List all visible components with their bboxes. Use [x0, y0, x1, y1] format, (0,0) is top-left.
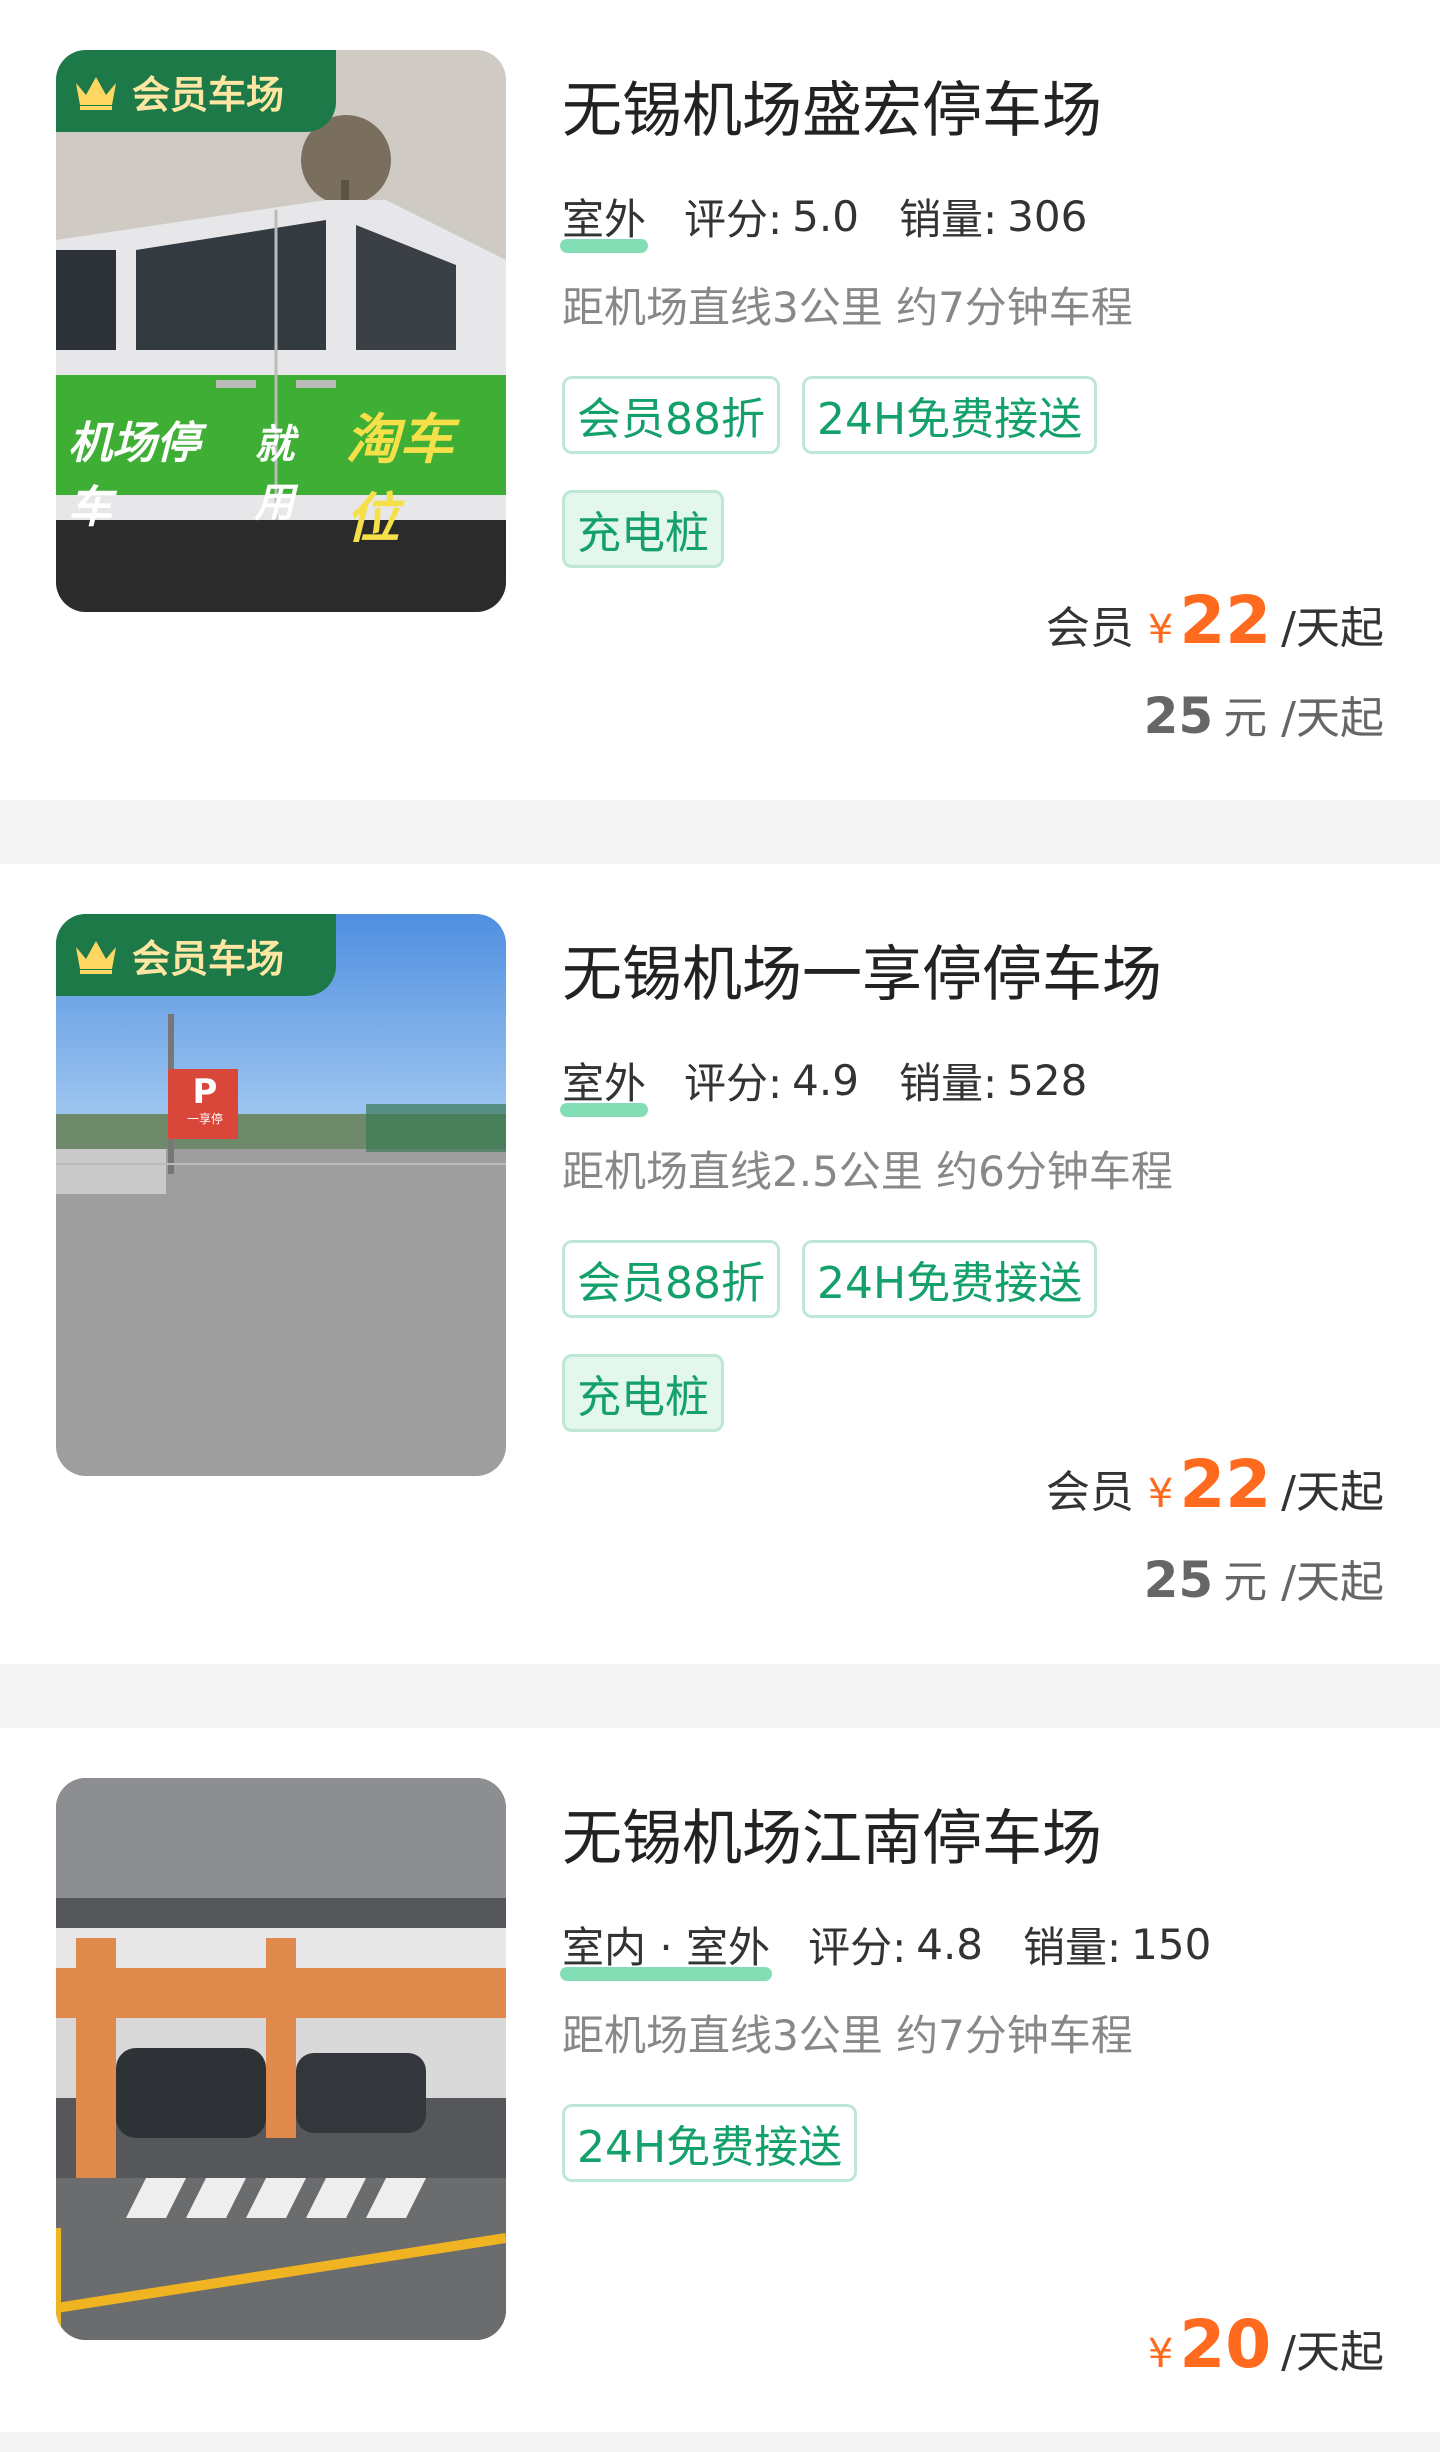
garage-illustration	[56, 1778, 506, 2340]
sales-value: 150	[1131, 1920, 1212, 1969]
price-unit: /天起	[1281, 1467, 1384, 1518]
crown-icon	[76, 77, 116, 110]
member-price: 会员 ¥ 22 /天起	[1046, 1446, 1384, 1523]
tag-free-shuttle: 24H免费接送	[802, 1240, 1098, 1318]
parking-meta: 室外 评分: 4.9 销量: 528	[559, 1050, 1088, 1117]
parking-card[interactable]: 机场停车 就用 淘车位 会员车场 无锡机场盛宏停车场 室外 评分: 5.0 销量…	[0, 0, 1440, 800]
p-sign-letter: P	[192, 1072, 218, 1112]
parking-title[interactable]: 无锡机场一享停停车场	[562, 926, 1162, 1013]
original-price-value: 25	[1143, 1551, 1214, 1609]
tag-charging-pile: 充电桩	[562, 1354, 724, 1432]
banner-text-2: 就用	[254, 422, 295, 526]
parking-title[interactable]: 无锡机场江南停车场	[562, 1790, 1102, 1877]
rating-value: 5.0	[792, 192, 859, 241]
currency-symbol: ¥	[1147, 607, 1174, 653]
member-parking-badge: 会员车场	[56, 50, 337, 132]
parking-photo: 机场停车 就用 淘车位 会员车场	[56, 50, 506, 612]
p-sign-text: P 一享停	[174, 1074, 236, 1127]
tag-member-discount: 会员88折	[562, 1240, 780, 1318]
sales-label: 销量:	[1023, 1923, 1122, 1972]
banner-text-3: 淘车位	[345, 408, 454, 550]
sales-value: 528	[1007, 1056, 1088, 1105]
original-price: 25 元 /天起	[1144, 682, 1384, 746]
price-unit: /天起	[1281, 603, 1384, 654]
lot-illustration	[56, 914, 506, 1476]
parking-type: 室外	[559, 186, 649, 253]
sales-value: 306	[1007, 192, 1088, 241]
p-sign-name: 一享停	[186, 1112, 223, 1126]
distance-text: 距机场直线2.5公里 约6分钟车程	[562, 1147, 1173, 1196]
tag-free-shuttle: 24H免费接送	[802, 376, 1098, 454]
parking-meta: 室内 · 室外 评分: 4.8 销量: 150	[559, 1914, 1212, 1981]
member-price: 会员 ¥ 22 /天起	[1046, 582, 1384, 659]
sales-label: 销量:	[898, 1059, 998, 1108]
price-value: 22	[1179, 1446, 1272, 1523]
distance-text: 距机场直线3公里 约7分钟车程	[562, 283, 1133, 332]
price-value: 22	[1179, 582, 1272, 659]
badge-label: 会员车场	[132, 936, 285, 981]
distance-text: 距机场直线3公里 约7分钟车程	[562, 2011, 1133, 2060]
member-label: 会员	[1045, 603, 1134, 654]
parking-type: 室内 · 室外	[559, 1914, 773, 1981]
currency-symbol: ¥	[1147, 2331, 1174, 2377]
rating-label: 评分:	[808, 1923, 907, 1972]
tag-free-shuttle: 24H免费接送	[562, 2104, 858, 2182]
photo-banner-text: 机场停车 就用 淘车位	[68, 395, 506, 553]
parking-type: 室外	[559, 1050, 649, 1117]
currency-symbol: ¥	[1147, 1471, 1174, 1517]
sales-label: 销量:	[898, 195, 998, 244]
tag-member-discount: 会员88折	[562, 376, 780, 454]
rating-value: 4.9	[792, 1056, 859, 1105]
banner-text-1: 机场停车	[68, 418, 200, 533]
badge-label: 会员车场	[132, 72, 285, 117]
price-value: 20	[1179, 2306, 1272, 2383]
price-unit: /天起	[1281, 2327, 1384, 2378]
member-parking-badge: 会员车场	[56, 914, 337, 996]
parking-meta: 室外 评分: 5.0 销量: 306	[559, 186, 1088, 253]
tag-charging-pile: 充电桩	[562, 490, 724, 568]
parking-photo: P 一享停 会员车场	[56, 914, 506, 1476]
original-price-unit: 元 /天起	[1223, 1557, 1384, 1608]
original-price-unit: 元 /天起	[1223, 693, 1384, 744]
original-price: 25 元 /天起	[1144, 1546, 1384, 1610]
member-label: 会员	[1045, 1467, 1134, 1518]
parking-card[interactable]: 无锡机场江南停车场 室内 · 室外 评分: 4.8 销量: 150 距机场直线3…	[0, 1728, 1440, 2432]
rating-label: 评分:	[684, 195, 783, 244]
parking-photo	[56, 1778, 506, 2340]
original-price-value: 25	[1143, 687, 1214, 745]
parking-card[interactable]: P 一享停 会员车场 无锡机场一享停停车场 室外 评分: 4.9 销量: 528…	[0, 864, 1440, 1664]
crown-icon	[76, 941, 116, 974]
rating-label: 评分:	[684, 1059, 783, 1108]
rating-value: 4.8	[916, 1920, 984, 1969]
parking-title[interactable]: 无锡机场盛宏停车场	[562, 62, 1102, 149]
price: ¥ 20 /天起	[1148, 2306, 1384, 2383]
